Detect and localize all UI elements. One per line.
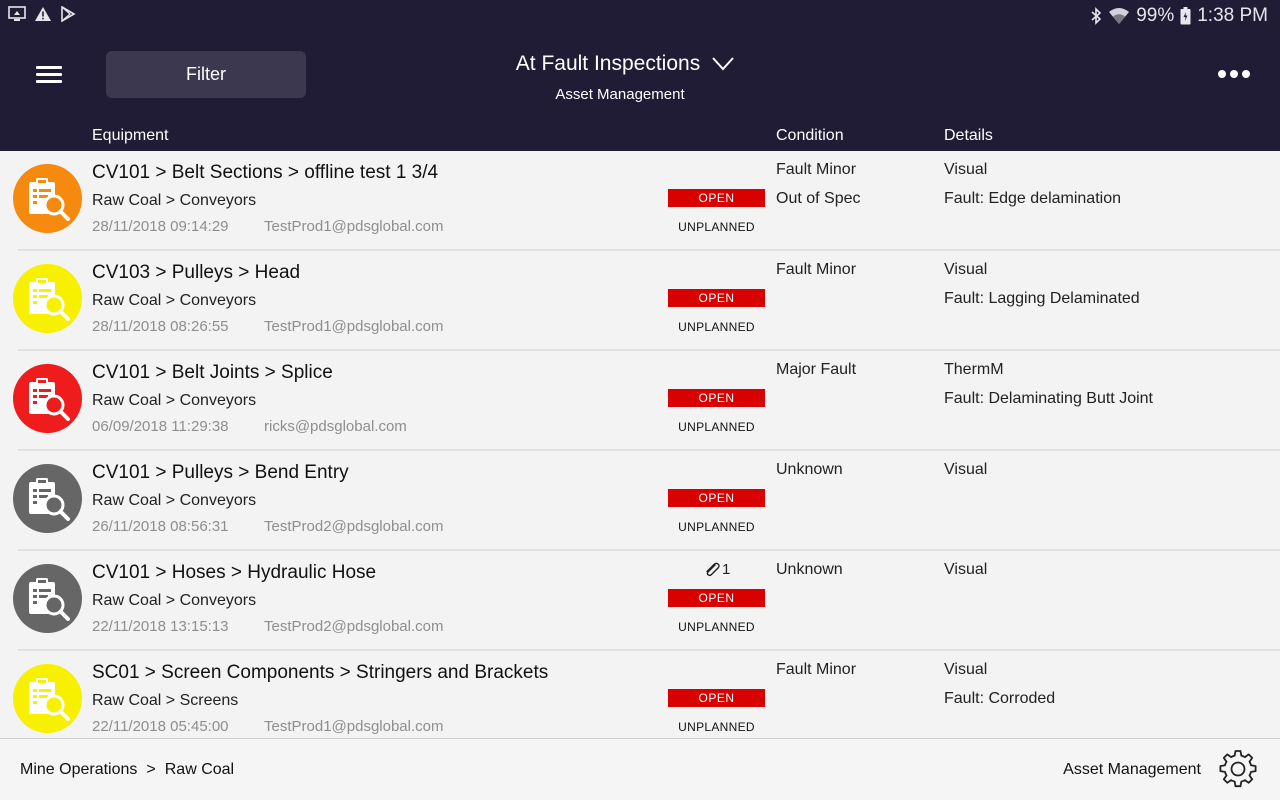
inspection-row[interactable]: CV101 > Pulleys > Bend Entry Raw Coal > … [0, 451, 1280, 551]
inspection-icon [13, 464, 82, 533]
screen-share-icon [8, 6, 26, 22]
equipment-path: Raw Coal > Conveyors [92, 192, 257, 209]
equipment-path: Raw Coal > Screens [92, 692, 239, 709]
inspection-date: 26/11/2018 08:56:31 [92, 518, 229, 535]
condition-primary: Unknown [776, 461, 843, 478]
inspection-type: UNPLANNED [678, 420, 755, 434]
column-header-details: Details [944, 127, 993, 144]
breadcrumb-item-area[interactable]: Raw Coal [165, 761, 234, 779]
inspection-icon [13, 364, 82, 433]
gear-icon[interactable] [1217, 748, 1259, 790]
column-header-condition: Condition [776, 127, 844, 144]
battery-icon [1180, 7, 1191, 25]
equipment-path: Raw Coal > Conveyors [92, 492, 257, 509]
detail-secondary: Fault: Corroded [944, 690, 1056, 707]
inspection-type: UNPLANNED [678, 720, 755, 734]
inspection-date: 06/09/2018 11:29:38 [92, 418, 229, 435]
chevron-down-icon[interactable] [712, 57, 734, 71]
equipment-title: CV101 > Hoses > Hydraulic Hose [92, 562, 377, 583]
detail-primary: Visual [944, 661, 988, 678]
status-badge: OPEN [668, 589, 765, 607]
clock: 1:38 PM [1197, 5, 1268, 26]
wifi-icon [1108, 7, 1130, 25]
inspector-email: TestProd2@pdsglobal.com [264, 618, 444, 635]
equipment-path: Raw Coal > Conveyors [92, 592, 257, 609]
status-badge: OPEN [668, 289, 765, 307]
equipment-title: CV101 > Belt Sections > offline test 1 3… [92, 162, 439, 183]
detail-primary: Visual [944, 161, 988, 178]
detail-primary: Visual [944, 561, 988, 578]
inspection-icon [13, 564, 82, 633]
hamburger-menu-icon[interactable] [36, 66, 64, 86]
condition-primary: Fault Minor [776, 661, 857, 678]
breadcrumb-item-site[interactable]: Mine Operations [20, 761, 137, 779]
condition-primary: Unknown [776, 561, 843, 578]
battery-percent: 99% [1136, 5, 1175, 26]
equipment-title: CV101 > Belt Joints > Splice [92, 362, 333, 383]
play-store-icon [60, 6, 76, 22]
breadcrumb-separator: > [146, 761, 156, 778]
detail-secondary: Fault: Delaminating Butt Joint [944, 390, 1153, 407]
detail-primary: Visual [944, 461, 988, 478]
page-title: At Fault Inspections [515, 52, 701, 75]
detail-primary: ThermM [944, 361, 1004, 378]
inspection-date: 28/11/2018 09:14:29 [92, 218, 229, 235]
inspection-icon [13, 264, 82, 333]
detail-secondary: Fault: Lagging Delaminated [944, 290, 1140, 307]
equipment-path: Raw Coal > Conveyors [92, 292, 257, 309]
system-status-bar: 99% 1:38 PM [0, 0, 1280, 32]
attachment-indicator[interactable]: 1 [703, 561, 730, 578]
inspection-row[interactable]: CV101 > Belt Joints > Splice Raw Coal > … [0, 351, 1280, 451]
footer-bar: Mine Operations > Raw Coal Asset Managem… [0, 738, 1280, 800]
inspection-row[interactable]: SC01 > Screen Components > Stringers and… [0, 651, 1280, 738]
paperclip-icon [706, 562, 720, 576]
condition-secondary: Out of Spec [776, 190, 861, 207]
inspection-list[interactable]: CV101 > Belt Sections > offline test 1 3… [0, 151, 1280, 738]
inspection-date: 22/11/2018 05:45:00 [92, 718, 229, 735]
condition-primary: Major Fault [776, 361, 857, 378]
status-badge: OPEN [668, 389, 765, 407]
view-title-row[interactable]: At Fault Inspections [516, 52, 734, 76]
inspector-email: TestProd1@pdsglobal.com [264, 718, 444, 735]
equipment-title: CV101 > Pulleys > Bend Entry [92, 462, 349, 483]
detail-primary: Visual [944, 261, 988, 278]
condition-primary: Fault Minor [776, 261, 857, 278]
inspector-email: TestProd2@pdsglobal.com [264, 518, 444, 535]
page-subtitle: Asset Management [555, 86, 685, 103]
inspection-type: UNPLANNED [678, 320, 755, 334]
attachment-count: 1 [722, 561, 731, 578]
status-badge: OPEN [668, 489, 765, 507]
inspection-date: 22/11/2018 13:15:13 [92, 618, 229, 635]
inspection-icon [13, 164, 82, 233]
inspection-row[interactable]: CV101 > Belt Sections > offline test 1 3… [0, 151, 1280, 251]
bluetooth-icon [1090, 7, 1102, 25]
inspector-email: TestProd1@pdsglobal.com [264, 318, 444, 335]
inspection-type: UNPLANNED [678, 520, 755, 534]
inspection-icon [13, 664, 82, 733]
status-badge: OPEN [668, 689, 765, 707]
inspector-email: TestProd1@pdsglobal.com [264, 218, 444, 235]
detail-secondary: Fault: Edge delamination [944, 190, 1121, 207]
view-selector[interactable]: At Fault Inspections Asset Management [430, 52, 820, 103]
inspector-email: ricks@pdsglobal.com [264, 418, 407, 435]
inspection-type: UNPLANNED [678, 620, 755, 634]
inspection-date: 28/11/2018 08:26:55 [92, 318, 229, 335]
inspection-row[interactable]: CV101 > Hoses > Hydraulic Hose Raw Coal … [0, 551, 1280, 651]
module-name: Asset Management [1063, 761, 1201, 778]
breadcrumb[interactable]: Mine Operations > Raw Coal [20, 761, 234, 779]
equipment-title: CV103 > Pulleys > Head [92, 262, 301, 283]
status-badge: OPEN [668, 189, 765, 207]
equipment-title: SC01 > Screen Components > Stringers and… [92, 662, 549, 683]
inspection-type: UNPLANNED [678, 220, 755, 234]
equipment-path: Raw Coal > Conveyors [92, 392, 257, 409]
more-options-icon[interactable] [1218, 70, 1250, 78]
filter-button[interactable]: Filter [106, 51, 306, 98]
column-header-equipment: Equipment [92, 127, 169, 144]
inspection-row[interactable]: CV103 > Pulleys > Head Raw Coal > Convey… [0, 251, 1280, 351]
warning-icon [34, 6, 52, 22]
app-header: Filter At Fault Inspections Asset Manage… [0, 32, 1280, 151]
condition-primary: Fault Minor [776, 161, 857, 178]
